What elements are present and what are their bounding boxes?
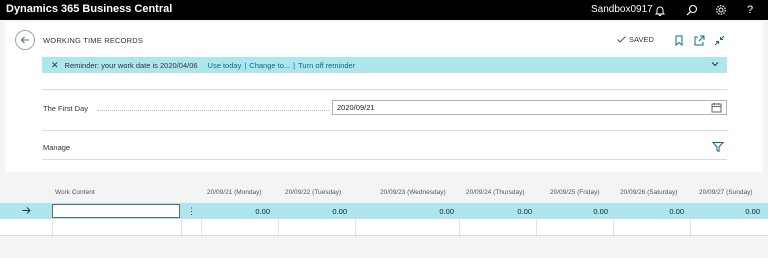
column-divider xyxy=(201,203,202,219)
day-value-cell[interactable]: 0.00 xyxy=(745,207,760,216)
column-header-day[interactable]: 20/09/24 (Thursday) xyxy=(466,189,525,196)
column-divider xyxy=(690,203,691,219)
column-divider xyxy=(52,219,53,235)
row-actions-menu[interactable]: ⋮ xyxy=(187,206,196,216)
change-to-link[interactable]: Change to... xyxy=(249,61,290,70)
label-leader-dots xyxy=(97,110,329,111)
page-title: WORKING TIME RECORDS xyxy=(43,36,144,45)
search-icon[interactable] xyxy=(684,2,700,18)
column-divider xyxy=(201,219,202,235)
link-separator: | xyxy=(293,60,296,70)
day-value-cell[interactable]: 0.00 xyxy=(669,207,684,216)
day-value-cell[interactable]: 0.00 xyxy=(255,207,270,216)
column-divider xyxy=(536,203,537,219)
divider xyxy=(42,130,727,131)
chevron-down-icon[interactable] xyxy=(711,60,719,69)
column-header-day[interactable]: 20/09/25 (Friday) xyxy=(550,189,600,196)
column-header-day[interactable]: 20/09/23 (Wednesday) xyxy=(380,189,446,196)
column-divider xyxy=(278,203,279,219)
open-new-window-icon[interactable] xyxy=(692,33,706,47)
calendar-icon[interactable] xyxy=(711,102,722,113)
environment-name[interactable]: Sandbox0917 xyxy=(591,4,653,15)
saved-status: SAVED xyxy=(617,35,654,44)
column-header-day[interactable]: 20/09/22 (Tuesday) xyxy=(285,189,341,196)
close-reminder-icon[interactable]: ✕ xyxy=(51,60,59,71)
column-divider xyxy=(181,219,182,235)
first-day-label: The First Day xyxy=(43,104,89,113)
back-arrow-icon xyxy=(20,36,29,44)
column-divider xyxy=(355,203,356,219)
use-today-link[interactable]: Use today xyxy=(208,61,242,70)
column-divider xyxy=(459,219,460,235)
bell-icon[interactable] xyxy=(652,2,668,18)
day-value-cell[interactable]: 0.00 xyxy=(439,207,454,216)
column-divider xyxy=(613,219,614,235)
table-row[interactable]: ⋮ 0.00 0.00 0.00 0.00 0.00 0.00 0.00 xyxy=(0,203,768,219)
app-top-bar: Dynamics 365 Business Central Sandbox091… xyxy=(0,0,768,20)
column-divider xyxy=(536,219,537,235)
divider xyxy=(0,235,768,236)
working-time-grid: Work Content 20/09/21 (Monday) 20/09/22 … xyxy=(0,184,768,235)
checkmark-icon xyxy=(617,36,626,43)
help-icon[interactable]: ? xyxy=(742,2,758,18)
turn-off-reminder-link[interactable]: Turn off reminder xyxy=(298,61,355,70)
first-day-value: 2020/09/21 xyxy=(337,103,375,112)
bookmark-icon[interactable] xyxy=(672,33,686,47)
column-divider xyxy=(355,219,356,235)
column-divider xyxy=(459,203,460,219)
first-day-input[interactable]: 2020/09/21 xyxy=(332,100,727,115)
back-button[interactable] xyxy=(15,30,35,50)
column-divider xyxy=(278,219,279,235)
filter-icon[interactable] xyxy=(712,141,724,153)
work-content-input[interactable] xyxy=(52,204,180,218)
divider xyxy=(42,159,727,160)
column-header-work-content[interactable]: Work Content xyxy=(55,189,95,196)
day-value-cell[interactable]: 0.00 xyxy=(332,207,347,216)
manage-menu[interactable]: Manage xyxy=(43,143,70,152)
column-divider xyxy=(181,203,182,219)
day-value-cell[interactable]: 0.00 xyxy=(593,207,608,216)
column-header-day[interactable]: 20/09/27 (Sunday) xyxy=(699,189,752,196)
page-card: WORKING TIME RECORDS SAVED ✕ Reminder: y… xyxy=(5,22,763,172)
current-row-arrow-icon xyxy=(22,207,31,214)
day-value-cell[interactable]: 0.00 xyxy=(517,207,532,216)
reminder-message: Reminder: your work date is 2020/04/06 xyxy=(64,60,198,70)
column-divider xyxy=(690,219,691,235)
work-date-reminder: ✕ Reminder: your work date is 2020/04/06… xyxy=(42,57,727,73)
gear-icon[interactable] xyxy=(713,2,729,18)
app-title[interactable]: Dynamics 365 Business Central xyxy=(6,3,172,15)
table-row[interactable] xyxy=(0,219,768,235)
link-separator: | xyxy=(244,60,247,70)
saved-label: SAVED xyxy=(629,35,654,44)
collapse-icon[interactable] xyxy=(712,33,726,47)
column-header-day[interactable]: 20/09/21 (Monday) xyxy=(207,189,262,196)
divider xyxy=(42,89,727,90)
column-divider xyxy=(613,203,614,219)
column-header-day[interactable]: 20/09/26 (Saturday) xyxy=(620,189,677,196)
